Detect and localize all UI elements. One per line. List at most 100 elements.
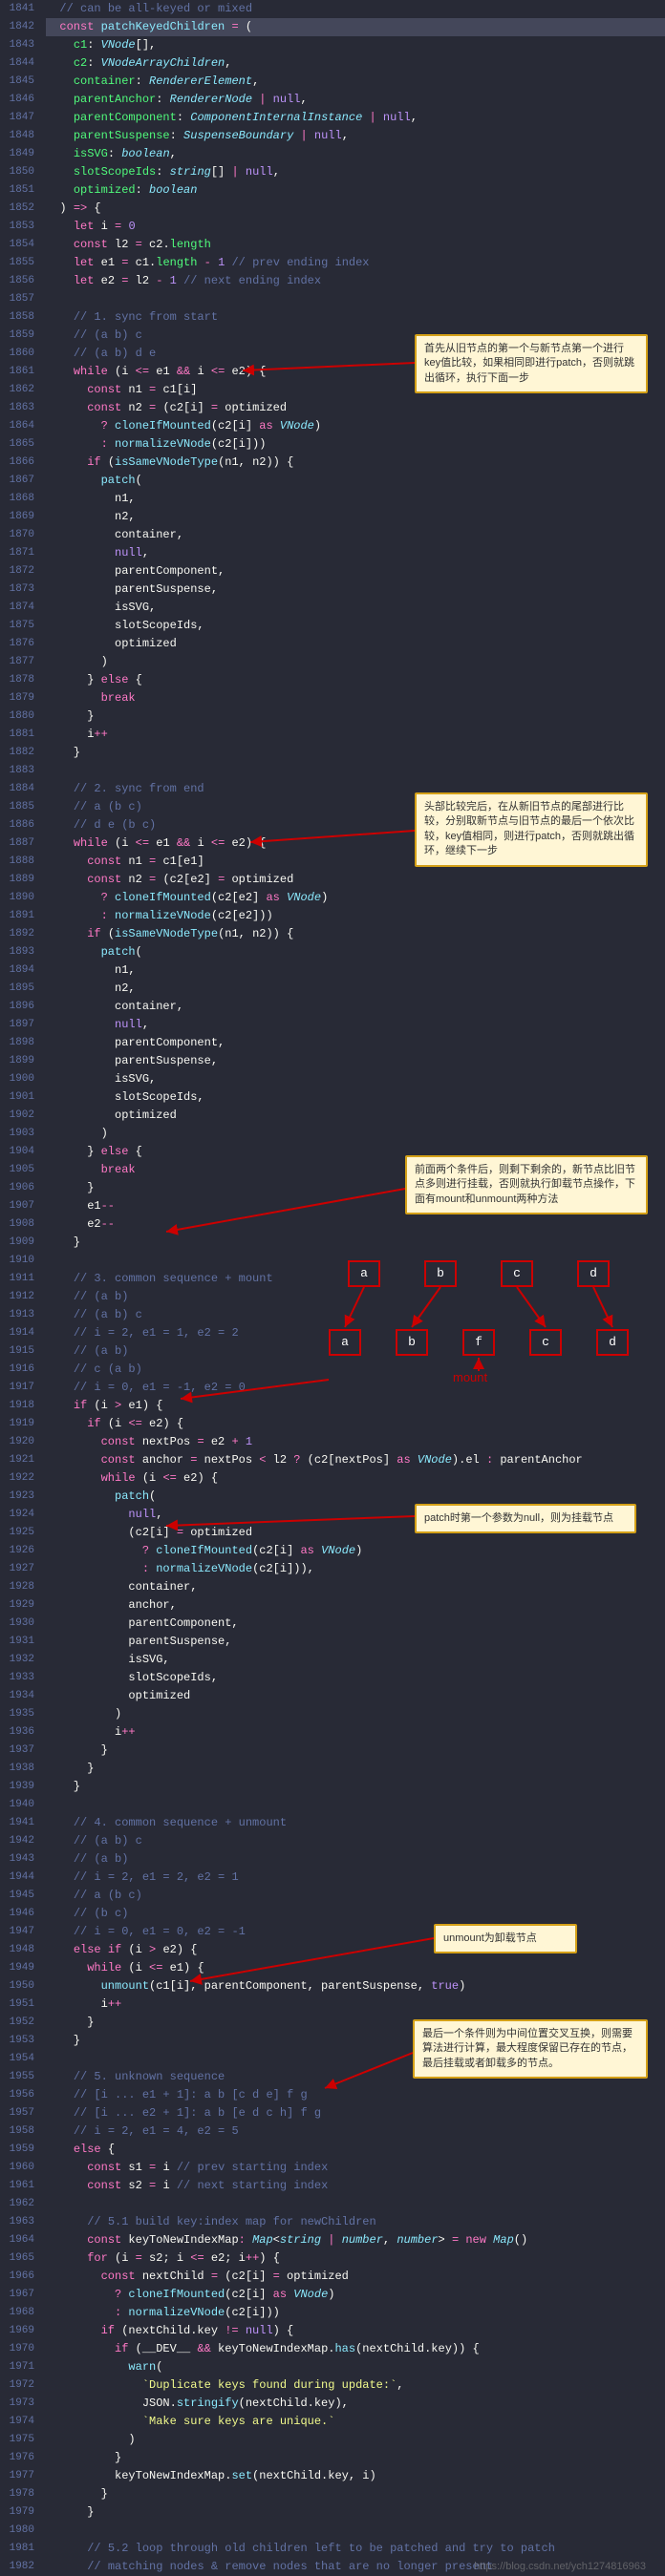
code-line[interactable]: parentComponent,	[46, 562, 665, 581]
code-line[interactable]: const patchKeyedChildren = (	[46, 18, 665, 36]
code-line[interactable]: c2: VNodeArrayChildren,	[46, 54, 665, 73]
code-line[interactable]: while (i <= e2) {	[46, 1469, 665, 1488]
code-line[interactable]: const nextChild = (c2[i] = optimized	[46, 2268, 665, 2286]
code-line[interactable]: anchor,	[46, 1596, 665, 1615]
code-line[interactable]: // a (b c)	[46, 1887, 665, 1905]
code-line[interactable]: container,	[46, 1578, 665, 1596]
code-line[interactable]: }	[46, 1234, 665, 1252]
code-line[interactable]: )	[46, 1125, 665, 1143]
code-line[interactable]	[46, 762, 665, 780]
code-line[interactable]: // [i ... e1 + 1]: a b [c d e] f g	[46, 2086, 665, 2104]
code-line[interactable]: : normalizeVNode(c2[i]))	[46, 2304, 665, 2322]
code-line[interactable]	[46, 2195, 665, 2213]
code-line[interactable]: isSVG,	[46, 599, 665, 617]
code-line[interactable]: while (i <= e1) {	[46, 1959, 665, 1977]
code-line[interactable]: else {	[46, 2141, 665, 2159]
code-line[interactable]: const s1 = i // prev starting index	[46, 2159, 665, 2177]
code-line[interactable]: ) => {	[46, 200, 665, 218]
code-line[interactable]: optimized: boolean	[46, 181, 665, 200]
code-line[interactable]: // 4. common sequence + unmount	[46, 1814, 665, 1832]
code-line[interactable]: parentSuspense: SuspenseBoundary | null,	[46, 127, 665, 145]
code-line[interactable]: c1: VNode[],	[46, 36, 665, 54]
code-line[interactable]: // (a b)	[46, 1850, 665, 1869]
code-line[interactable]: unmount(c1[i], parentComponent, parentSu…	[46, 1977, 665, 1995]
code-line[interactable]: // i = 2, e1 = 2, e2 = 1	[46, 1869, 665, 1887]
code-line[interactable]: )	[46, 653, 665, 671]
code-line[interactable]: ? cloneIfMounted(c2[i] as VNode)	[46, 2286, 665, 2304]
code-line[interactable]: }	[46, 1778, 665, 1796]
code-line[interactable]: )	[46, 1705, 665, 1723]
code-line[interactable]: null,	[46, 1016, 665, 1034]
code-line[interactable]: const s2 = i // next starting index	[46, 2177, 665, 2195]
code-line[interactable]: container,	[46, 998, 665, 1016]
code-line[interactable]: const n2 = (c2[i] = optimized	[46, 399, 665, 417]
code-line[interactable]: ? cloneIfMounted(c2[i] as VNode)	[46, 1542, 665, 1560]
code-line[interactable]: const nextPos = e2 + 1	[46, 1433, 665, 1451]
code-line[interactable]: // can be all-keyed or mixed	[46, 0, 665, 18]
code-line[interactable]: slotScopeIds,	[46, 1088, 665, 1107]
code-line[interactable]: isSVG,	[46, 1651, 665, 1669]
code-line[interactable]: if (nextChild.key != null) {	[46, 2322, 665, 2340]
code-line[interactable]: parentComponent: ComponentInternalInstan…	[46, 109, 665, 127]
code-line[interactable]: ? cloneIfMounted(c2[e2] as VNode)	[46, 889, 665, 907]
code-line[interactable]: // 1. sync from start	[46, 308, 665, 327]
code-line[interactable]: n1,	[46, 490, 665, 508]
code-line[interactable]: i++	[46, 726, 665, 744]
code-line[interactable]: slotScopeIds,	[46, 1669, 665, 1687]
code-line[interactable]: }	[46, 1760, 665, 1778]
code-line[interactable]: }	[46, 707, 665, 726]
code-line[interactable]: optimized	[46, 1687, 665, 1705]
code-line[interactable]: const anchor = nextPos < l2 ? (c2[nextPo…	[46, 1451, 665, 1469]
code-line[interactable]: parentSuspense,	[46, 1052, 665, 1070]
code-line[interactable]: let e2 = l2 - 1 // next ending index	[46, 272, 665, 290]
code-line[interactable]: parentSuspense,	[46, 1633, 665, 1651]
code-line[interactable]: slotScopeIds,	[46, 617, 665, 635]
code-line[interactable]: for (i = s2; i <= e2; i++) {	[46, 2249, 665, 2268]
code-line[interactable]: }	[46, 744, 665, 762]
code-line[interactable]: const n2 = (c2[e2] = optimized	[46, 871, 665, 889]
code-line[interactable]: } else {	[46, 671, 665, 689]
code-line[interactable]: // 5.1 build key:index map for newChildr…	[46, 2213, 665, 2231]
code-line[interactable]: patch(	[46, 943, 665, 961]
code-line[interactable]: container,	[46, 526, 665, 544]
code-line[interactable]: // i = 2, e1 = 4, e2 = 5	[46, 2122, 665, 2141]
code-line[interactable]: isSVG,	[46, 1070, 665, 1088]
code-line[interactable]: patch(	[46, 472, 665, 490]
code-line[interactable]: if (isSameVNodeType(n1, n2)) {	[46, 454, 665, 472]
code-line[interactable]: n1,	[46, 961, 665, 980]
code-line[interactable]	[46, 1796, 665, 1814]
code-line[interactable]: : normalizeVNode(c2[e2]))	[46, 907, 665, 925]
code-line[interactable]: const l2 = c2.length	[46, 236, 665, 254]
code-line[interactable]: // 5.2 loop through old children left to…	[46, 2540, 665, 2558]
code-line[interactable]: parentComponent,	[46, 1034, 665, 1052]
code-line[interactable]: n2,	[46, 980, 665, 998]
code-line[interactable]: warn(	[46, 2358, 665, 2376]
code-line[interactable]: optimized	[46, 1107, 665, 1125]
code-line[interactable]: if (isSameVNodeType(n1, n2)) {	[46, 925, 665, 943]
code-line[interactable]: if (i <= e2) {	[46, 1415, 665, 1433]
code-line[interactable]	[46, 2522, 665, 2540]
code-line[interactable]: : normalizeVNode(c2[i]))	[46, 435, 665, 454]
code-line[interactable]: // [i ... e2 + 1]: a b [e d c h] f g	[46, 2104, 665, 2122]
code-line[interactable]: i++	[46, 1723, 665, 1742]
code-area[interactable]: // can be all-keyed or mixed const patch…	[42, 0, 665, 2576]
code-line[interactable]: }	[46, 2485, 665, 2503]
code-line[interactable]: ? cloneIfMounted(c2[i] as VNode)	[46, 417, 665, 435]
code-line[interactable]: }	[46, 2449, 665, 2467]
code-line[interactable]: let e1 = c1.length - 1 // prev ending in…	[46, 254, 665, 272]
code-line[interactable]: // (a b) c	[46, 1832, 665, 1850]
code-line[interactable]: isSVG: boolean,	[46, 145, 665, 163]
code-line[interactable]: JSON.stringify(nextChild.key),	[46, 2395, 665, 2413]
code-line[interactable]: const keyToNewIndexMap: Map<string | num…	[46, 2231, 665, 2249]
code-line[interactable]: n2,	[46, 508, 665, 526]
code-line[interactable]: e2--	[46, 1215, 665, 1234]
code-line[interactable]: `Duplicate keys found during update:`,	[46, 2376, 665, 2395]
code-line[interactable]: if (__DEV__ && keyToNewIndexMap.has(next…	[46, 2340, 665, 2358]
code-line[interactable]: null,	[46, 544, 665, 562]
code-line[interactable]	[46, 290, 665, 308]
code-line[interactable]: parentSuspense,	[46, 581, 665, 599]
code-line[interactable]: container: RendererElement,	[46, 73, 665, 91]
code-line[interactable]: : normalizeVNode(c2[i])),	[46, 1560, 665, 1578]
code-line[interactable]: }	[46, 1742, 665, 1760]
code-line[interactable]: `Make sure keys are unique.`	[46, 2413, 665, 2431]
